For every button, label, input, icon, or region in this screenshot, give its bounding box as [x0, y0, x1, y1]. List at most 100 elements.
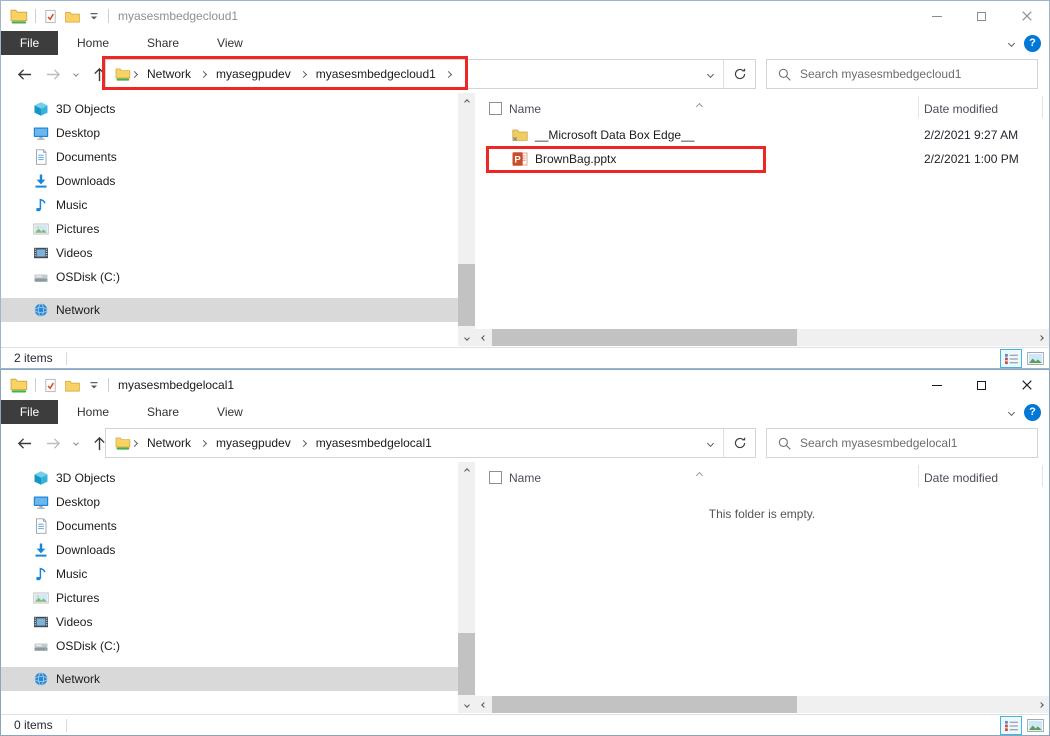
chevron-right-icon[interactable]	[445, 72, 452, 77]
column-divider[interactable]	[918, 465, 919, 487]
breadcrumb-item-server[interactable]: myasegpudev	[207, 436, 300, 450]
chevron-right-icon[interactable]	[200, 72, 207, 77]
search-input[interactable]	[800, 60, 1037, 88]
scrollbar-thumb[interactable]	[492, 696, 797, 713]
expand-ribbon-icon[interactable]	[1008, 39, 1015, 46]
file-row-microsoft-data-box-edge[interactable]: __Microsoft Data Box Edge__ 2/2/2021 9:2…	[475, 123, 1049, 147]
sidebar-item-videos[interactable]: Videos	[1, 610, 458, 634]
column-divider[interactable]	[1042, 465, 1043, 487]
sidebar-item-downloads[interactable]: Downloads	[1, 538, 458, 562]
tab-share[interactable]: Share	[128, 31, 198, 55]
breadcrumb-item-network[interactable]: Network	[138, 436, 200, 450]
customize-toolbar-icon[interactable]	[87, 9, 101, 23]
scrollbar-thumb[interactable]	[458, 633, 475, 695]
tab-file[interactable]: File	[1, 31, 58, 55]
column-header-date-modified[interactable]: Date modified	[924, 471, 998, 485]
sort-ascending-icon[interactable]	[697, 98, 702, 112]
sidebar-item-desktop[interactable]: Desktop	[1, 121, 458, 145]
scroll-up-icon[interactable]	[458, 462, 475, 479]
forward-button[interactable]	[39, 55, 67, 93]
properties-icon[interactable]	[43, 9, 58, 24]
tab-share[interactable]: Share	[128, 400, 198, 424]
scroll-down-icon[interactable]	[458, 329, 475, 346]
refresh-icon[interactable]	[724, 429, 755, 457]
help-icon[interactable]	[1024, 404, 1041, 421]
column-header-name[interactable]: Name	[509, 102, 541, 116]
file-name[interactable]: BrownBag.pptx	[535, 152, 616, 166]
chevron-right-icon[interactable]	[300, 441, 307, 446]
sidebar-item-3d-objects[interactable]: 3D Objects	[1, 97, 458, 121]
tab-view[interactable]: View	[198, 31, 262, 55]
sidebar-item-pictures[interactable]: Pictures	[1, 586, 458, 610]
search-input[interactable]	[800, 429, 1037, 457]
sidebar-item-videos[interactable]: Videos	[1, 241, 458, 265]
breadcrumb-item-network[interactable]: Network	[138, 67, 200, 81]
sidebar-scrollbar[interactable]	[458, 462, 475, 713]
horizontal-scrollbar[interactable]	[475, 696, 1049, 713]
address-dropdown-icon[interactable]	[697, 60, 723, 88]
address-bar[interactable]: Network myasegpudev myasesmbedgelocal1	[105, 428, 756, 458]
horizontal-scrollbar[interactable]	[475, 329, 1049, 346]
maximize-button[interactable]	[959, 1, 1004, 31]
scroll-down-icon[interactable]	[458, 696, 475, 713]
address-bar[interactable]: Network myasegpudev myasesmbedgecloud1	[105, 59, 756, 89]
sidebar-item-downloads[interactable]: Downloads	[1, 169, 458, 193]
sidebar-item-network[interactable]: Network	[1, 298, 458, 322]
sidebar-item-music[interactable]: Music	[1, 562, 458, 586]
tab-home[interactable]: Home	[58, 31, 128, 55]
file-row-brownbag-pptx[interactable]: BrownBag.pptx 2/2/2021 1:00 PM	[475, 147, 1049, 171]
scrollbar-thumb[interactable]	[492, 329, 797, 346]
close-button[interactable]	[1004, 370, 1049, 400]
minimize-button[interactable]	[914, 1, 959, 31]
forward-button[interactable]	[39, 424, 67, 462]
search-box[interactable]	[766, 428, 1038, 458]
tab-file[interactable]: File	[1, 400, 58, 424]
minimize-button[interactable]	[914, 370, 959, 400]
sidebar-item-desktop[interactable]: Desktop	[1, 490, 458, 514]
refresh-icon[interactable]	[724, 60, 755, 88]
properties-icon[interactable]	[43, 378, 58, 393]
sidebar-item-network[interactable]: Network	[1, 667, 458, 691]
scroll-right-icon[interactable]	[1032, 329, 1049, 346]
scroll-right-icon[interactable]	[1032, 696, 1049, 713]
new-folder-icon[interactable]	[65, 10, 80, 23]
sidebar-item-documents[interactable]: Documents	[1, 145, 458, 169]
sort-ascending-icon[interactable]	[697, 467, 702, 481]
new-folder-icon[interactable]	[65, 379, 80, 392]
file-name[interactable]: __Microsoft Data Box Edge__	[535, 128, 694, 142]
help-icon[interactable]	[1024, 35, 1041, 52]
tab-view[interactable]: View	[198, 400, 262, 424]
recent-locations-icon[interactable]	[67, 424, 85, 462]
chevron-right-icon[interactable]	[300, 72, 307, 77]
back-button[interactable]	[9, 424, 39, 462]
recent-locations-icon[interactable]	[67, 55, 85, 93]
column-header-date-modified[interactable]: Date modified	[924, 102, 998, 116]
breadcrumb-item-share[interactable]: myasesmbedgelocal1	[307, 436, 441, 450]
scroll-left-icon[interactable]	[475, 329, 492, 346]
scroll-left-icon[interactable]	[475, 696, 492, 713]
sidebar-item-osdisk[interactable]: OSDisk (C:)	[1, 634, 458, 658]
search-box[interactable]	[766, 59, 1038, 89]
column-divider[interactable]	[1042, 96, 1043, 118]
details-view-button[interactable]	[1000, 349, 1022, 368]
select-all-checkbox[interactable]	[489, 102, 502, 115]
address-dropdown-icon[interactable]	[697, 429, 723, 457]
sidebar-item-osdisk[interactable]: OSDisk (C:)	[1, 265, 458, 289]
sidebar-item-documents[interactable]: Documents	[1, 514, 458, 538]
select-all-checkbox[interactable]	[489, 471, 502, 484]
column-divider[interactable]	[918, 96, 919, 118]
sidebar-scrollbar[interactable]	[458, 93, 475, 346]
maximize-button[interactable]	[959, 370, 1004, 400]
close-button[interactable]	[1004, 1, 1049, 31]
sidebar-item-music[interactable]: Music	[1, 193, 458, 217]
expand-ribbon-icon[interactable]	[1008, 408, 1015, 415]
sidebar-item-3d-objects[interactable]: 3D Objects	[1, 466, 458, 490]
customize-toolbar-icon[interactable]	[87, 378, 101, 392]
details-view-button[interactable]	[1000, 716, 1022, 735]
tab-home[interactable]: Home	[58, 400, 128, 424]
sidebar-item-pictures[interactable]: Pictures	[1, 217, 458, 241]
scrollbar-thumb[interactable]	[458, 264, 475, 326]
thumbnails-view-button[interactable]	[1024, 716, 1046, 735]
column-header-name[interactable]: Name	[509, 471, 541, 485]
back-button[interactable]	[9, 55, 39, 93]
